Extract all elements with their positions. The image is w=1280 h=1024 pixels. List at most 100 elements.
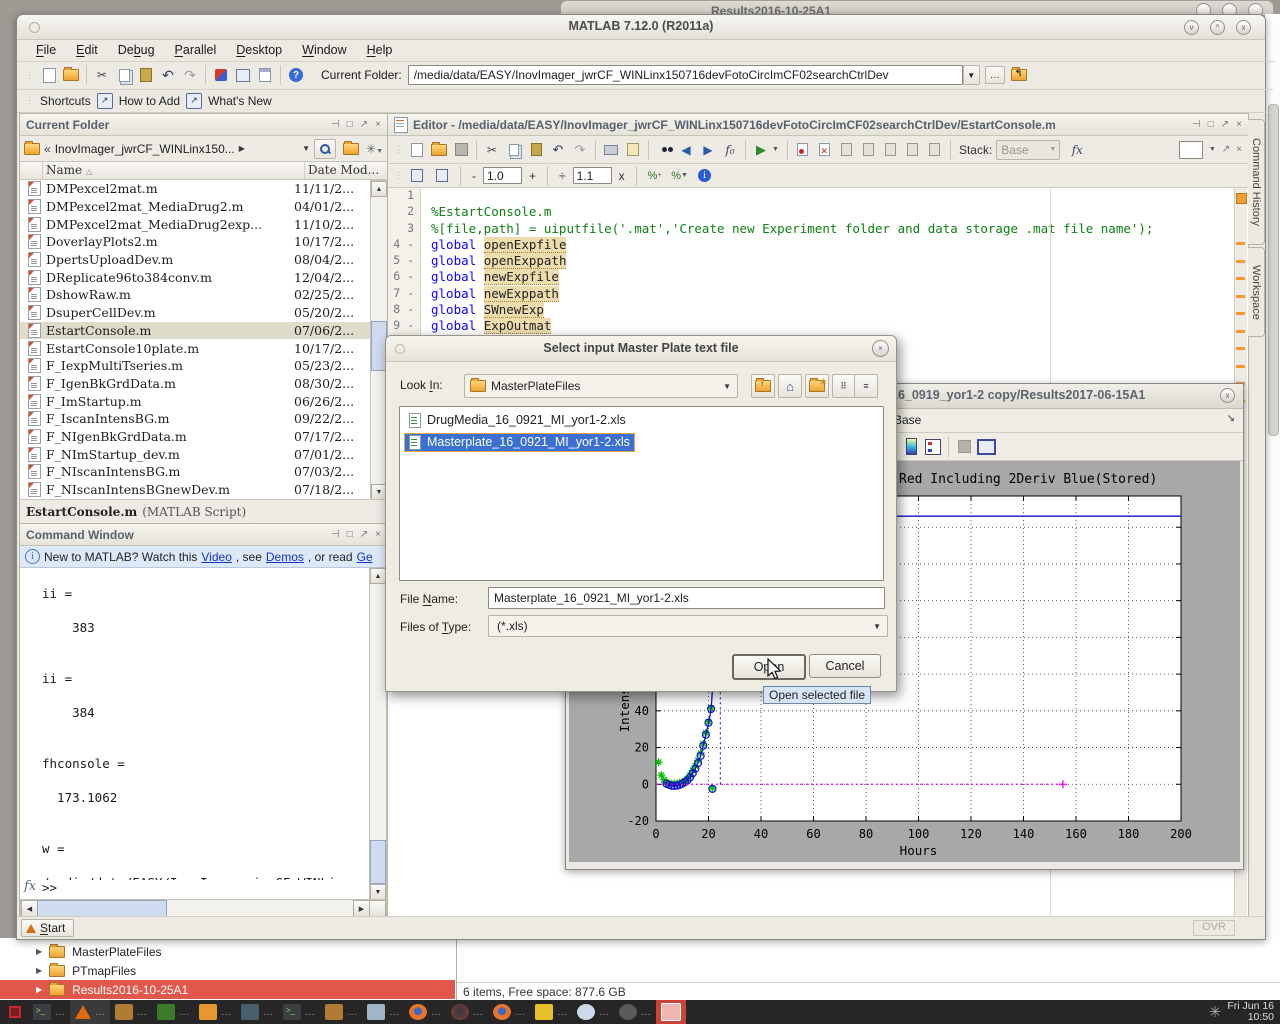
address-path[interactable]: InovImager_jwrCF_WINLinx150... xyxy=(55,142,235,156)
file-row[interactable]: DMPexcel2mat.m11/11/2... xyxy=(20,180,370,198)
demos-link[interactable]: Demos xyxy=(266,550,304,564)
matlab-titlebar[interactable]: MATLAB 7.12.0 (R2011a) v ^ x xyxy=(17,15,1265,40)
file-row[interactable]: DMPexcel2mat_MediaDrug2.m04/01/2... xyxy=(20,198,370,216)
up-folder-icon[interactable]: ↰ xyxy=(1008,64,1030,86)
getting-started-link[interactable]: Ge xyxy=(357,550,373,564)
line-number[interactable]: 1 xyxy=(388,188,421,204)
taskbar-item-folder[interactable]: … xyxy=(320,1000,362,1024)
multiply-value-button[interactable]: x xyxy=(615,169,629,183)
taskbar-item-terminal[interactable]: >_… xyxy=(278,1000,320,1024)
modified-line-marker[interactable] xyxy=(1236,295,1245,298)
current-folder-combobox[interactable]: /media/data/EASY/InovImager_jwrCF_WINLin… xyxy=(408,65,963,85)
menu-window[interactable]: Window xyxy=(293,41,355,59)
notes-icon[interactable] xyxy=(622,139,644,161)
find-icon[interactable] xyxy=(653,139,675,161)
tree-item[interactable]: ▶PTmapFiles xyxy=(0,961,455,980)
maximize-panel-icon[interactable]: □ xyxy=(347,119,353,130)
video-link[interactable]: Video xyxy=(201,550,231,564)
expand-triangle-icon[interactable]: ▶ xyxy=(36,966,42,975)
expand-triangle-icon[interactable]: ▶ xyxy=(36,985,42,994)
browse-folder-button[interactable]: … xyxy=(985,66,1005,84)
taskbar-item-camera[interactable]: … xyxy=(614,1000,656,1024)
clear-breakpoints-icon[interactable]: ✕ xyxy=(814,139,836,161)
file-row[interactable]: F_NIscanIntensBGnewDev.m07/18/2... xyxy=(20,481,370,499)
background-scrollbar[interactable] xyxy=(1268,104,1279,436)
layout-dropdown-icon[interactable]: ▼ xyxy=(1209,146,1216,153)
file-row[interactable]: DshowRaw.m02/25/2... xyxy=(20,286,370,304)
file-row[interactable]: F_NIscanIntensBG.m07/03/2... xyxy=(20,463,370,481)
taskbar-item-matlab[interactable]: … xyxy=(70,1000,110,1024)
start-button[interactable]: Start xyxy=(21,919,74,937)
grid-view-button[interactable]: ⠿ xyxy=(832,374,856,398)
set-breakpoint-icon[interactable] xyxy=(792,139,814,161)
search-icon[interactable] xyxy=(314,139,336,159)
undock-icon[interactable]: ↗ xyxy=(360,119,368,130)
list-view-button[interactable]: ≡ xyxy=(854,374,878,398)
close-button[interactable]: x xyxy=(1236,20,1251,35)
tree-item[interactable]: ▶Results2016-10-25A1 xyxy=(0,980,455,999)
file-row[interactable]: F_IexpMultiTseries.m05/23/2... xyxy=(20,357,370,375)
taskbar-item-firefox[interactable]: … xyxy=(488,1000,530,1024)
up-one-level-icon[interactable] xyxy=(340,138,362,160)
open-file-icon[interactable] xyxy=(60,64,82,86)
undo-icon[interactable]: ↶ xyxy=(547,139,569,161)
dialog-file-list[interactable]: DrugMedia_16_0921_MI_yor1-2.xlsMasterpla… xyxy=(399,406,884,581)
taskbar-item-firefox-dark[interactable]: … xyxy=(446,1000,488,1024)
copy-icon[interactable] xyxy=(503,139,525,161)
redo-icon[interactable]: ↷ xyxy=(569,139,591,161)
colorbar-icon[interactable] xyxy=(900,436,922,458)
multiplier-field[interactable]: 1.1 xyxy=(573,167,612,184)
line-number[interactable]: 9 - xyxy=(388,318,421,334)
modified-line-marker[interactable] xyxy=(1236,312,1245,315)
column-header-name[interactable]: Name △ xyxy=(46,163,92,177)
code-line[interactable]: 7 -global newExppath xyxy=(388,286,1234,302)
home-button[interactable]: ⌂ xyxy=(778,374,802,398)
file-row[interactable]: DoverlayPlots2.m10/17/2... xyxy=(20,233,370,251)
line-number[interactable]: 5 - xyxy=(388,253,421,269)
run-icon[interactable]: ▶ xyxy=(750,139,772,161)
undock-icon[interactable]: ↗ xyxy=(1221,119,1229,130)
current-folder-dropdown-arrow[interactable]: ▼ xyxy=(963,65,980,85)
modified-line-marker[interactable] xyxy=(1236,242,1245,245)
taskbar-item-image-viewer[interactable] xyxy=(656,1000,686,1024)
file-row[interactable]: EstartConsole.m07/06/2... xyxy=(20,322,370,340)
paste-icon[interactable] xyxy=(525,139,547,161)
code-line[interactable]: 3%[file,path] = uiputfile('.mat','Create… xyxy=(388,221,1234,237)
close-panel-icon[interactable]: × xyxy=(375,119,381,130)
undo-icon[interactable]: ↶ xyxy=(157,64,179,86)
actions-gear-icon[interactable]: ✳▼ xyxy=(366,142,383,156)
go-back-icon[interactable]: ◀ xyxy=(675,139,697,161)
taskbar-item-folder[interactable]: … xyxy=(194,1000,236,1024)
code-line[interactable]: 1 xyxy=(388,188,1234,204)
paste-icon[interactable] xyxy=(135,64,157,86)
menu-desktop[interactable]: Desktop xyxy=(227,41,291,59)
file-row[interactable]: DReplicate96to384conv.m12/04/2... xyxy=(20,268,370,286)
taskbar-item-applications-menu[interactable] xyxy=(2,1000,28,1024)
taskbar-item-app-s[interactable]: … xyxy=(572,1000,614,1024)
file-status-indicator[interactable] xyxy=(1236,193,1247,204)
tab-command-history[interactable]: Command History xyxy=(1248,119,1265,245)
figure-menu-arrow-icon[interactable]: ↘ xyxy=(1227,413,1235,424)
editor-layout-box[interactable] xyxy=(1179,141,1203,159)
dialog-file-item[interactable]: DrugMedia_16_0921_MI_yor1-2.xls xyxy=(400,411,883,429)
close-panel-icon[interactable]: × xyxy=(1236,144,1242,155)
simulink-icon[interactable] xyxy=(210,64,232,86)
maximize-panel-icon[interactable]: □ xyxy=(347,529,353,540)
expand-triangle-icon[interactable]: ▶ xyxy=(36,947,42,956)
file-row[interactable]: F_IscanIntensBG.m09/22/2... xyxy=(20,410,370,428)
file-row[interactable]: DpertsUploadDev.m08/04/2... xyxy=(20,251,370,269)
modified-line-marker[interactable] xyxy=(1236,277,1245,280)
dock-icon[interactable]: ⊣ xyxy=(1192,119,1201,130)
dock-icon[interactable]: ⊣ xyxy=(331,529,340,540)
up-one-level-button[interactable]: ↑ xyxy=(751,374,775,398)
tree-item[interactable]: ▶MasterPlateFiles xyxy=(0,942,455,961)
new-file-icon[interactable] xyxy=(406,139,428,161)
line-number[interactable]: 7 - xyxy=(388,286,421,302)
fx-button[interactable]: fx xyxy=(24,879,36,894)
info-icon[interactable]: i xyxy=(694,165,716,187)
taskbar-item-document[interactable]: … xyxy=(362,1000,404,1024)
dialog-close-button[interactable]: × xyxy=(872,340,889,357)
step-icon[interactable] xyxy=(858,139,880,161)
file-row[interactable]: DsuperCellDev.m05/20/2... xyxy=(20,304,370,322)
menu-edit[interactable]: Edit xyxy=(67,41,107,59)
